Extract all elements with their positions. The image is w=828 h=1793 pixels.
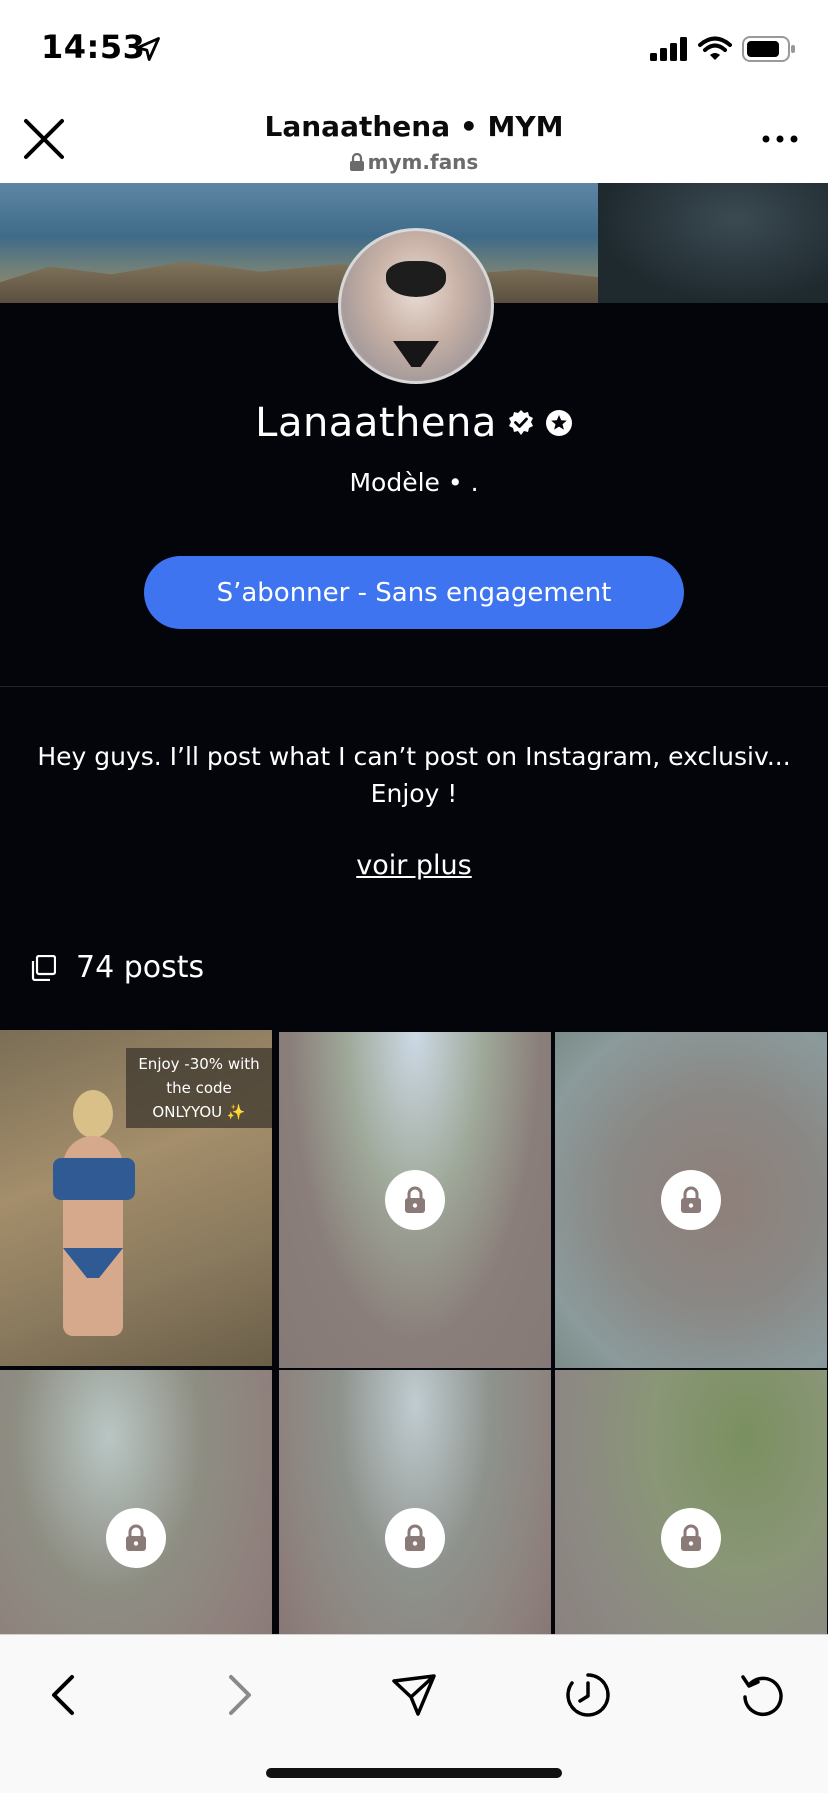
share-button[interactable] [384, 1665, 444, 1725]
lock-badge [385, 1508, 445, 1568]
back-icon [52, 1675, 74, 1715]
browser-url-text: mym.fans [367, 150, 479, 174]
profile-name-row: Lanaathena [0, 400, 828, 446]
lock-badge [106, 1508, 166, 1568]
lock-icon [126, 1524, 146, 1551]
browser-url: mym.fans [0, 150, 828, 174]
history-button[interactable] [558, 1665, 618, 1725]
lock-badge [661, 1508, 721, 1568]
top-bar: 14:53 Lanaathena • MYM mym.fans [0, 0, 828, 183]
see-more-link[interactable]: voir plus [0, 850, 828, 881]
forward-icon [229, 1675, 251, 1715]
posts-icon [31, 954, 56, 981]
star-badge-icon [545, 410, 572, 436]
lock-badge [385, 1170, 445, 1230]
location-arrow-icon [136, 37, 160, 61]
browser-title: Lanaathena • MYM [264, 110, 564, 143]
profile-subtitle: Modèle • . [349, 468, 479, 497]
lock-icon [349, 153, 364, 171]
posts-grid: Enjoy -30% with the code ONLYYOU ✨ [0, 1030, 828, 1706]
avatar[interactable] [338, 228, 494, 384]
posts-count: 74 posts [76, 950, 205, 985]
post-tile-locked[interactable] [279, 1032, 551, 1368]
post-tile-unlocked[interactable]: Enjoy -30% with the code ONLYYOU ✨ [0, 1030, 272, 1366]
more-icon[interactable] [758, 124, 802, 154]
post-tile-locked[interactable] [555, 1032, 827, 1368]
status-time: 14:53 [41, 28, 146, 66]
subscribe-button[interactable]: S’abonner - Sans engagement [144, 556, 684, 629]
verified-badge-icon [508, 410, 533, 435]
reload-button[interactable] [733, 1665, 793, 1725]
battery-icon [742, 36, 795, 62]
bio-line: Enjoy ! [370, 779, 458, 808]
home-indicator[interactable] [266, 1768, 562, 1778]
lock-icon [681, 1524, 701, 1551]
profile-bio: Hey guys. I’ll post what I can’t post on… [24, 738, 804, 812]
reload-icon [741, 1675, 783, 1717]
lock-icon [405, 1186, 425, 1213]
forward-button[interactable] [209, 1665, 269, 1725]
bio-line: Hey guys. I’ll post what I can’t post on… [37, 742, 791, 771]
system-icons [650, 36, 796, 62]
post-image [45, 1090, 140, 1350]
lock-badge [661, 1170, 721, 1230]
post-caption: Enjoy -30% with the code ONLYYOU ✨ [126, 1048, 272, 1128]
browser-toolbar [0, 1634, 828, 1793]
wifi-icon [698, 36, 732, 60]
posts-count-row: 74 posts [30, 950, 204, 985]
lock-icon [405, 1524, 425, 1551]
back-button[interactable] [34, 1665, 94, 1725]
share-icon [392, 1674, 436, 1716]
profile-name: Lanaathena [255, 400, 497, 446]
history-icon [566, 1673, 610, 1717]
divider [0, 686, 828, 687]
signal-icon [650, 37, 687, 61]
lock-icon [681, 1186, 701, 1213]
